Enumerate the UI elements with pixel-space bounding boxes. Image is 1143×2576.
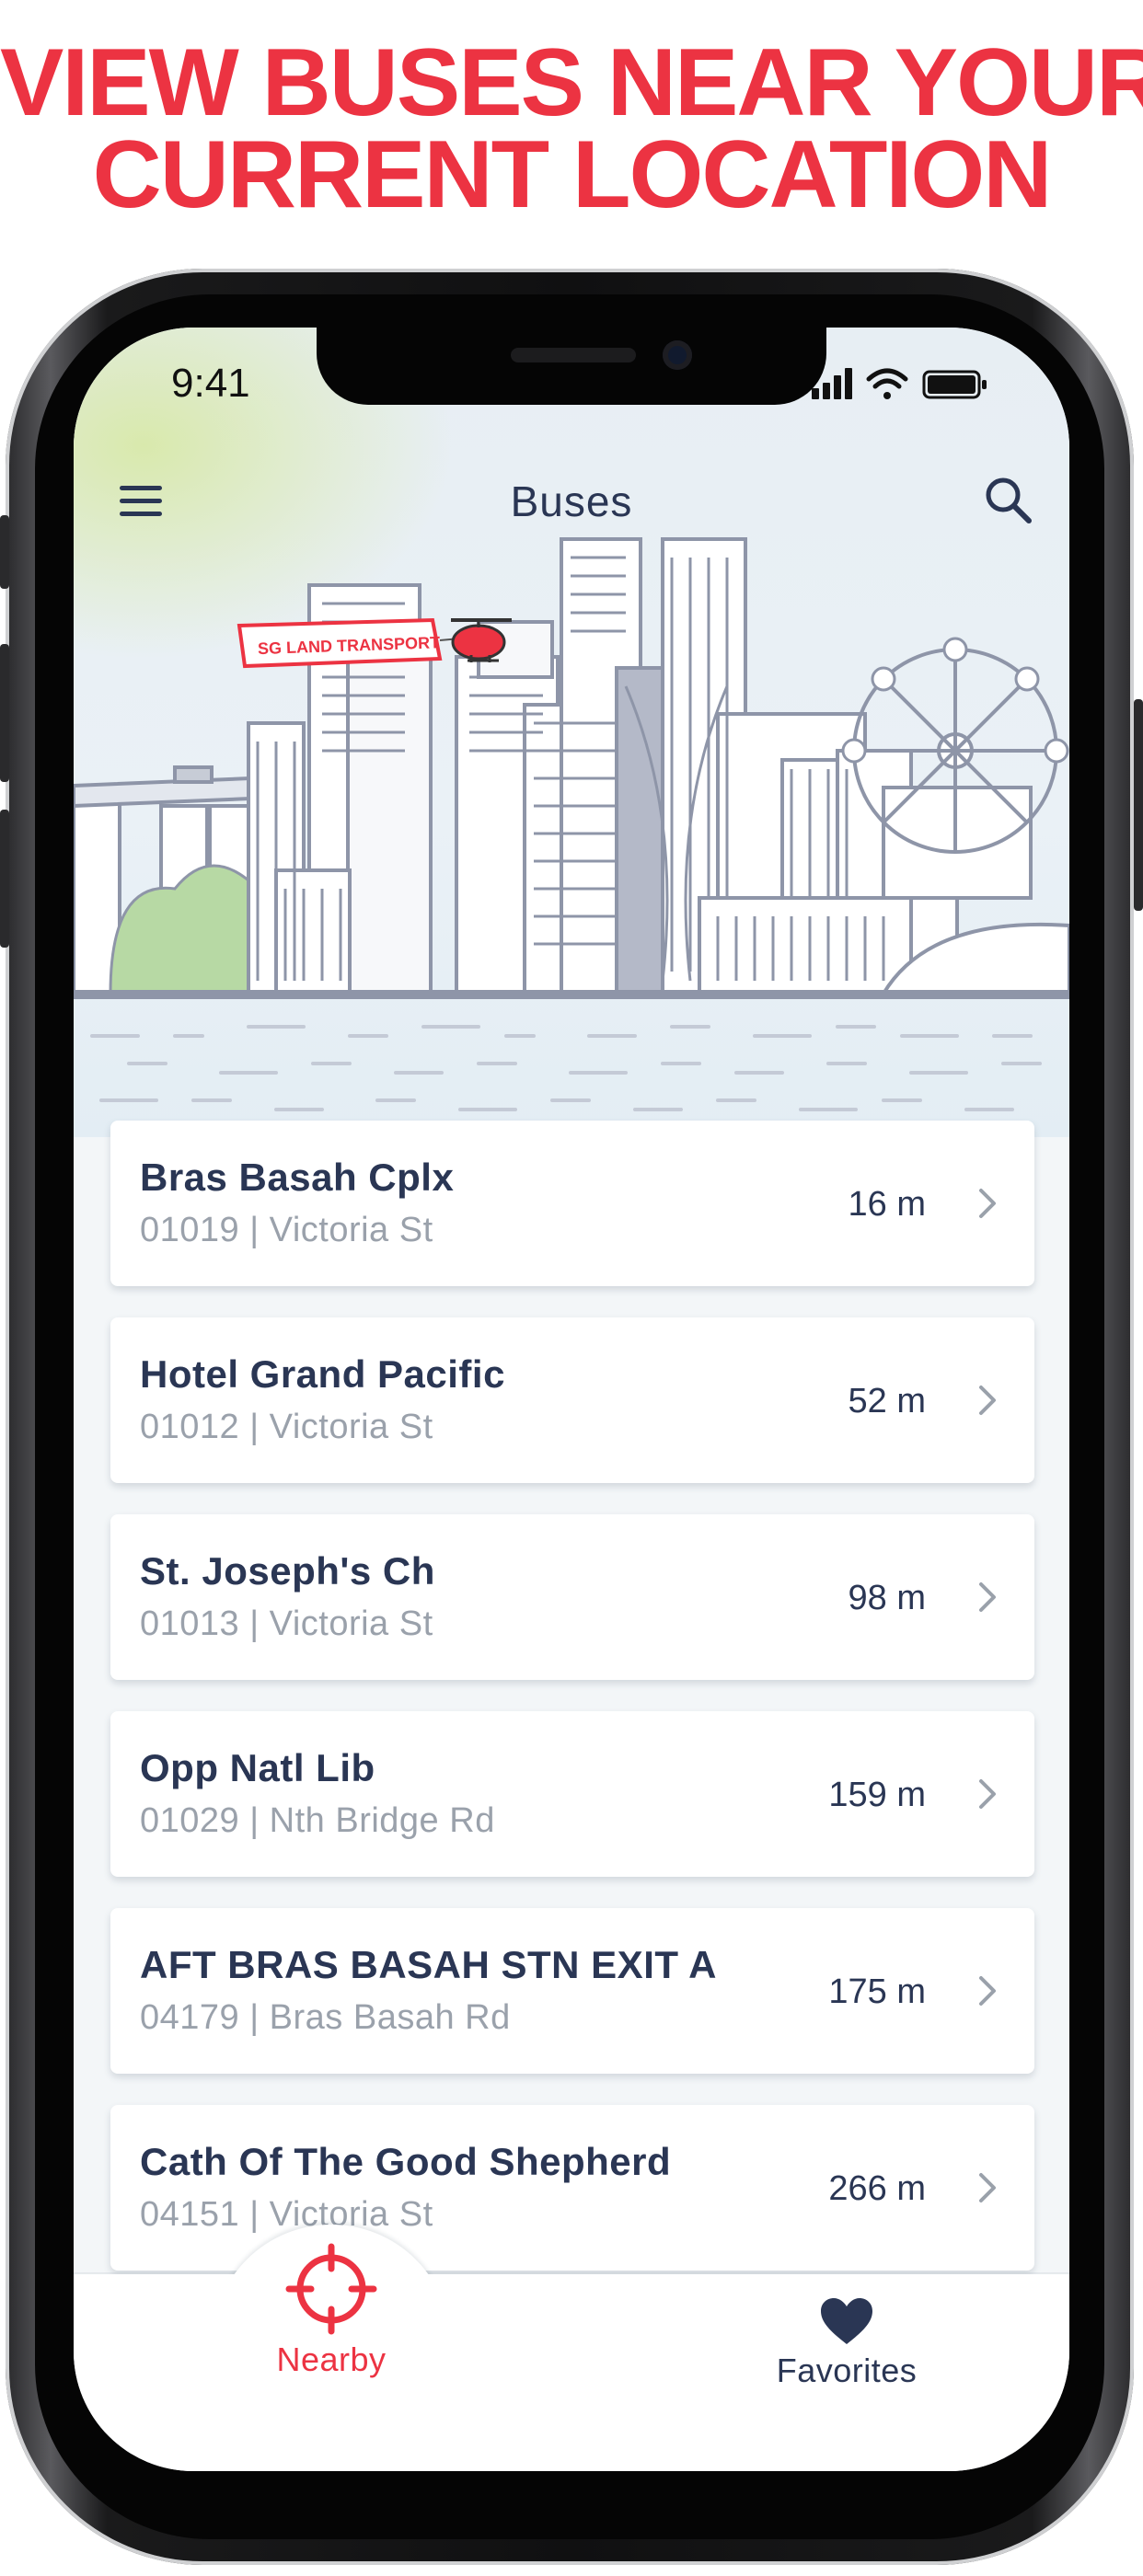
status-icons [812,368,987,399]
chevron-right-icon [979,1582,996,1612]
tab-favorites[interactable]: Favorites [736,2296,957,2398]
chevron-right-icon [979,1189,996,1218]
phone-side-button-silent [0,515,9,589]
bus-stop-name: St. Joseph's Ch [140,1549,435,1593]
bus-stop-name: Hotel Grand Pacific [140,1352,505,1396]
bus-stop-code-road: 01019 | Victoria St [140,1211,433,1249]
bus-stop-name: Opp Natl Lib [140,1746,375,1789]
status-time: 9:41 [171,361,250,406]
chevron-right-icon [979,1779,996,1809]
promo-headline-line-1: VIEW BUSES NEAR YOUR [0,29,1143,136]
bus-stop-code-road: 04151 | Victoria St [140,2195,433,2234]
phone-side-button-power [1134,699,1143,911]
bus-stop-distance: 16 m [848,1185,926,1224]
bus-stop-distance: 175 m [828,1972,926,2011]
bus-stop-card[interactable]: Bras Basah Cplx 01019 | Victoria St 16 m [110,1121,1034,1286]
chevron-right-icon [979,2173,996,2202]
phone-side-button-volume-up [0,644,9,782]
tab-nearby[interactable]: Nearby [230,2241,433,2388]
bus-stop-card[interactable]: AFT BRAS BASAH STN EXIT A 04179 | Bras B… [110,1908,1034,2074]
phone-camera [663,340,692,370]
promo-headline-line-2: CURRENT LOCATION [92,121,1053,228]
phone-side-button-volume-down [0,810,9,948]
bus-stop-distance: 266 m [828,2169,926,2208]
bus-stop-code-road: 01012 | Victoria St [140,1408,433,1446]
hero-illustration: SG LAND TRANSPORT 9:41 Buses [74,328,1069,1137]
bus-stop-card[interactable]: Hotel Grand Pacific 01012 | Victoria St … [110,1317,1034,1483]
cellular-signal-icon [812,368,852,399]
tab-favorites-label: Favorites [776,2352,918,2389]
bus-stop-code-road: 04179 | Bras Basah Rd [140,1998,511,2037]
phone-speaker [511,348,636,362]
bus-stop-card[interactable]: St. Joseph's Ch 01013 | Victoria St 98 m [110,1514,1034,1680]
bus-stop-distance: 98 m [848,1579,926,1617]
promo-headline: VIEW BUSES NEAR YOUR CURRENT LOCATION [0,29,1143,228]
wifi-icon [866,368,908,399]
bus-stop-name: Cath Of The Good Shepherd [140,2140,672,2183]
bus-stop-distance: 159 m [828,1776,926,1814]
battery-icon [922,370,987,399]
tab-nearby-label: Nearby [276,2340,387,2378]
heart-icon [821,2298,872,2344]
bus-stop-code-road: 01013 | Victoria St [140,1604,433,1643]
chevron-right-icon [979,1386,996,1415]
app-screen: SG LAND TRANSPORT 9:41 Buses Bras Basah … [74,328,1069,2471]
chevron-right-icon [979,1976,996,2006]
page-title: Buses [510,477,633,525]
bus-stop-code-road: 01029 | Nth Bridge Rd [140,1801,495,1840]
bus-stop-name: AFT BRAS BASAH STN EXIT A [140,1943,717,1986]
sg-land-transport-banner: SG LAND TRANSPORT [237,617,512,669]
bus-stop-card[interactable]: Opp Natl Lib 01029 | Nth Bridge Rd 159 m [110,1711,1034,1877]
crosshair-location-icon [285,2243,377,2335]
singapore-skyline-illustration: SG LAND TRANSPORT [74,537,1069,1111]
search-icon[interactable] [976,467,1042,534]
bus-stop-distance: 52 m [848,1382,926,1420]
phone-notch [317,328,826,405]
bus-stop-name: Bras Basah Cplx [140,1156,455,1199]
